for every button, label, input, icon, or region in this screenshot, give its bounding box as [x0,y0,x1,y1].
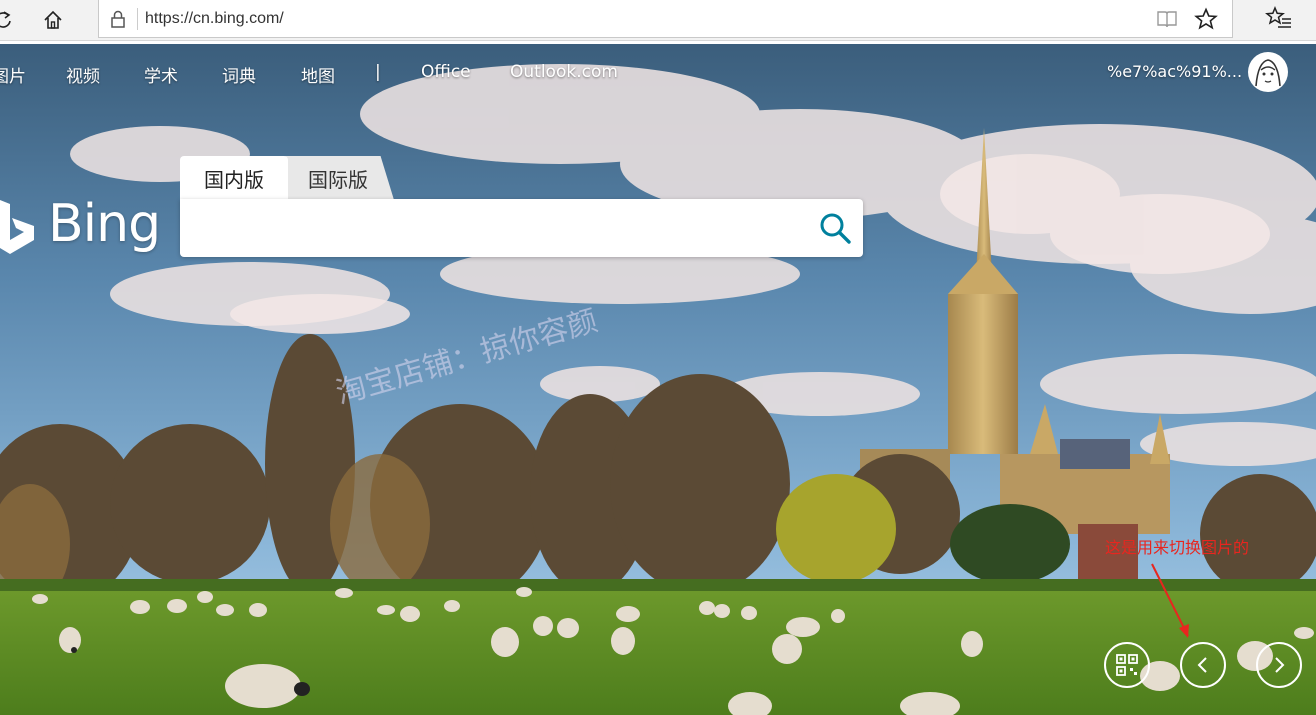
tab-domestic[interactable]: 国内版 [180,156,288,200]
avatar[interactable] [1248,52,1288,92]
chevron-right-icon [1275,657,1285,673]
nav-item-office[interactable]: Office [421,62,471,82]
nav-item-images[interactable]: 图片 [0,62,26,87]
search-input[interactable] [194,211,798,247]
user-name[interactable]: %e7%ac%91%... [1107,62,1242,81]
home-icon[interactable] [38,5,68,35]
previous-image-button[interactable] [1180,642,1226,688]
top-navigation: 图片 视频 学术 词典 地图 | Office Outlook.com %e7%… [0,44,1316,100]
address-bar[interactable]: https://cn.bing.com/ [98,0,1233,38]
search-box [180,199,863,257]
nav-item-videos[interactable]: 视频 [66,62,100,87]
bing-homepage: 图片 视频 学术 词典 地图 | Office Outlook.com %e7%… [0,44,1316,715]
bing-logo-icon[interactable] [0,194,40,262]
address-divider [137,8,138,30]
tab-international[interactable]: 国际版 [282,156,394,200]
background-image [0,44,1316,715]
lock-icon [109,9,127,33]
nav-item-outlook[interactable]: Outlook.com [510,62,618,82]
nav-item-dictionary[interactable]: 词典 [222,62,256,87]
nav-divider: | [375,62,381,82]
nav-item-academic[interactable]: 学术 [144,62,178,87]
qr-code-icon [1116,654,1138,676]
annotation-text: 这是用来切换图片的 [1105,538,1250,557]
browser-toolbar: https://cn.bing.com/ [0,0,1316,41]
qr-code-button[interactable] [1104,642,1150,688]
nav-item-maps[interactable]: 地图 [301,62,335,87]
bing-logo-text[interactable]: Bing [48,194,161,254]
search-icon[interactable] [818,211,852,245]
reading-view-icon[interactable] [1156,8,1178,34]
chevron-left-icon [1197,657,1207,673]
next-image-button[interactable] [1256,642,1302,688]
annotation-arrow-icon [1151,563,1189,638]
url-text[interactable]: https://cn.bing.com/ [145,10,284,28]
hub-icon[interactable] [1264,5,1294,37]
star-icon[interactable] [1194,7,1218,35]
refresh-icon[interactable] [0,5,18,35]
